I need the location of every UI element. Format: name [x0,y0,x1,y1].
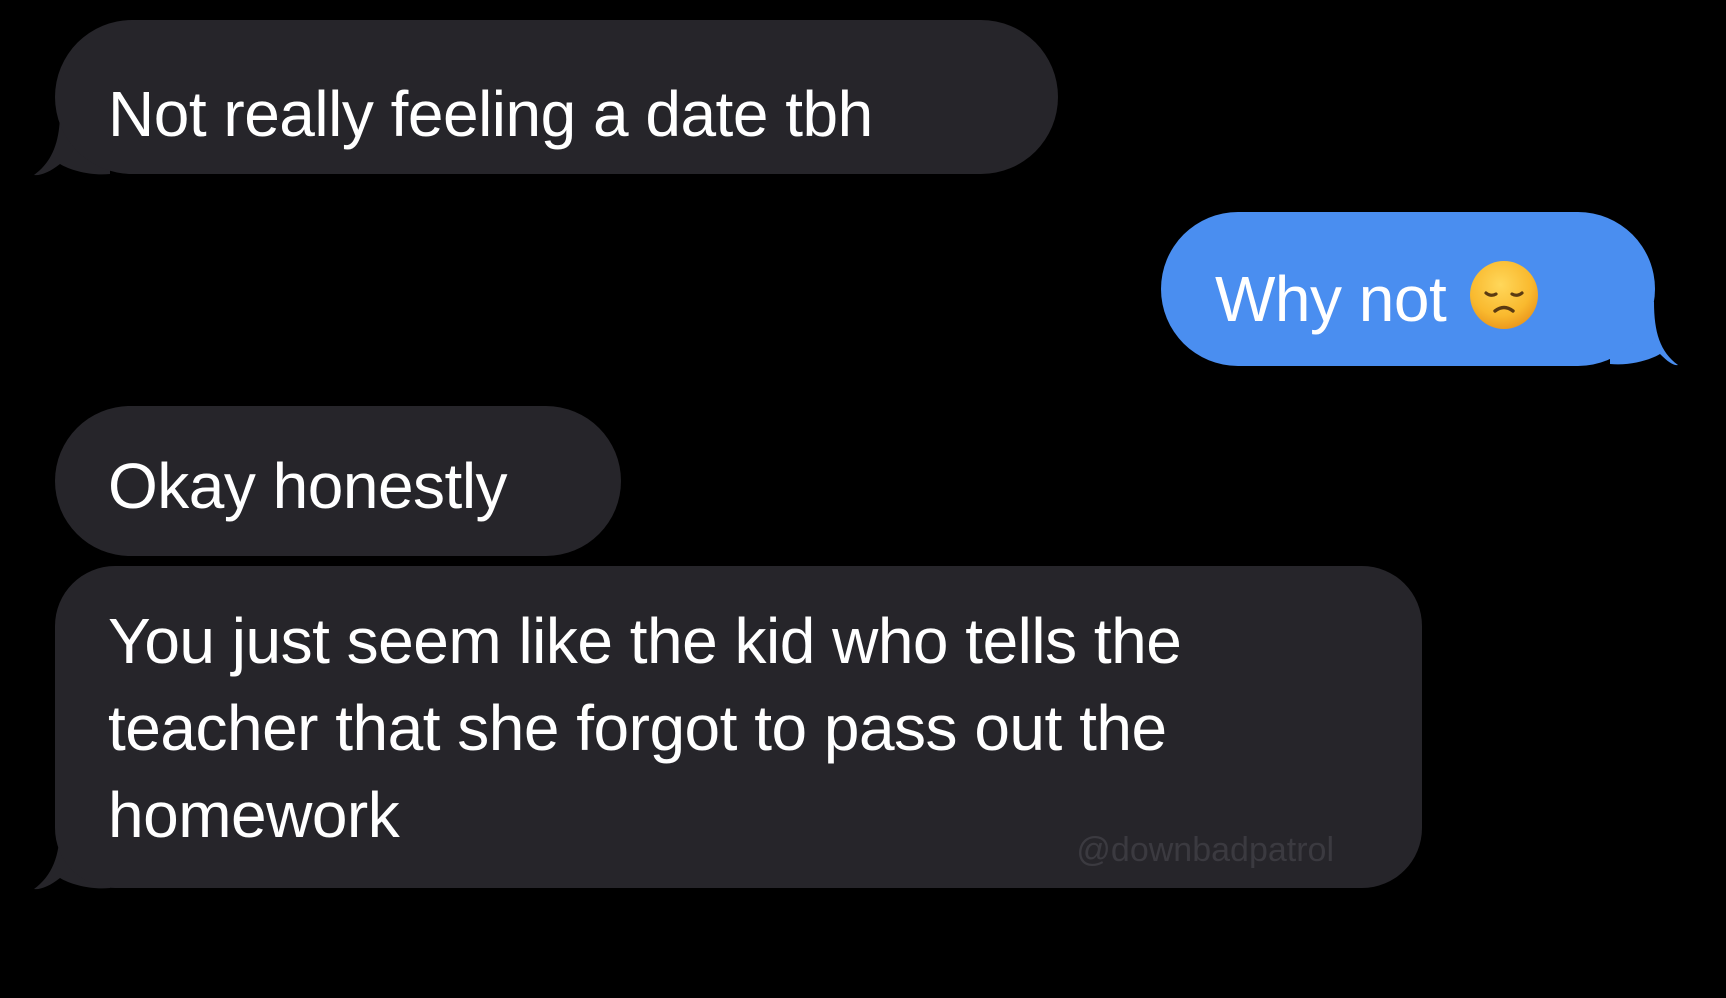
message-text: Not really feeling a date tbh [108,78,873,150]
message-bubble-received[interactable]: Okay honestly [55,406,621,556]
disappointed-face-icon [1470,261,1539,329]
message-text: You just seem like the kid who tells the… [108,605,1182,851]
message-bubble-received[interactable]: You just seem like the kid who tells the… [55,566,1422,888]
message-bubble-sent[interactable]: Why not [1161,212,1655,366]
message-text: Okay honestly [108,450,508,522]
watermark: @downbadpatrol [1076,831,1334,869]
message-thread: Not really feeling a date tbh Why not Ok… [0,0,1726,998]
message-text: Why not [1215,263,1447,335]
message-bubble-received[interactable]: Not really feeling a date tbh [55,20,1058,174]
